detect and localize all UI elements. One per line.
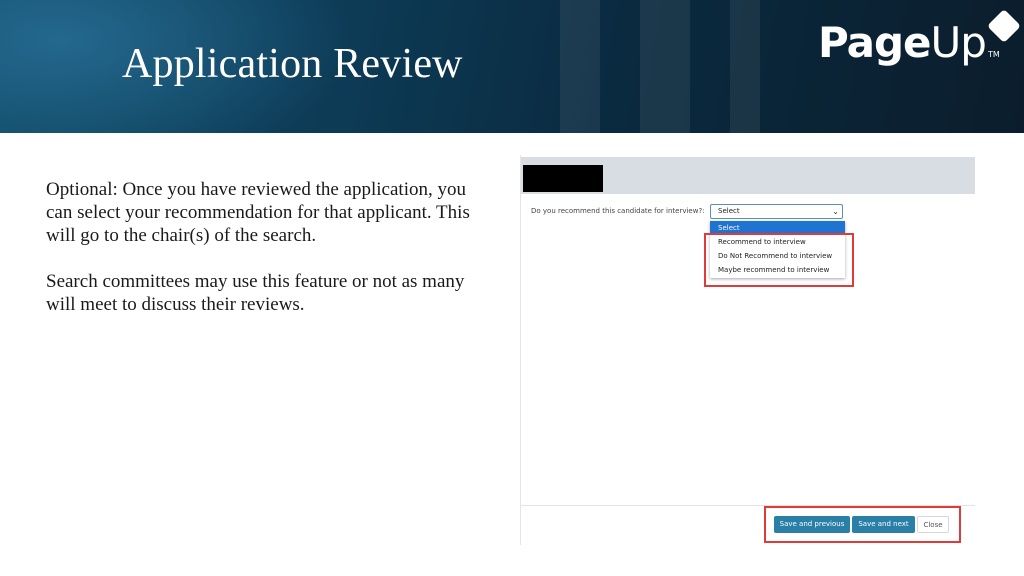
recommend-question-label: Do you recommend this candidate for inte… — [531, 207, 705, 215]
logo-diamond-icon — [987, 9, 1021, 43]
slide-header: Application Review PageUp TM — [0, 0, 1024, 133]
panel-header-bar — [521, 157, 975, 194]
header-decoration — [730, 0, 760, 133]
note-paragraph: Search committees may use this feature o… — [46, 271, 465, 315]
screenshot-panel: Do you recommend this candidate for inte… — [520, 155, 975, 545]
slide-body-text: Optional: Once you have reviewed the app… — [46, 178, 496, 339]
logo-wordmark: PageUp — [818, 18, 987, 67]
redacted-block — [523, 165, 603, 192]
select-value: Select — [718, 207, 740, 215]
slide-title: Application Review — [122, 41, 463, 87]
options-highlight-box — [704, 233, 854, 287]
header-decoration — [560, 0, 600, 133]
header-decoration — [640, 0, 690, 133]
chevron-down-icon: ⌄ — [832, 207, 839, 216]
pageup-logo: PageUp TM — [818, 9, 1024, 72]
buttons-highlight-box — [764, 506, 961, 543]
recommendation-select[interactable]: Select ⌄ — [710, 204, 843, 219]
instruction-paragraph: Optional: Once you have reviewed the app… — [46, 179, 470, 246]
logo-trademark: TM — [988, 50, 1000, 59]
